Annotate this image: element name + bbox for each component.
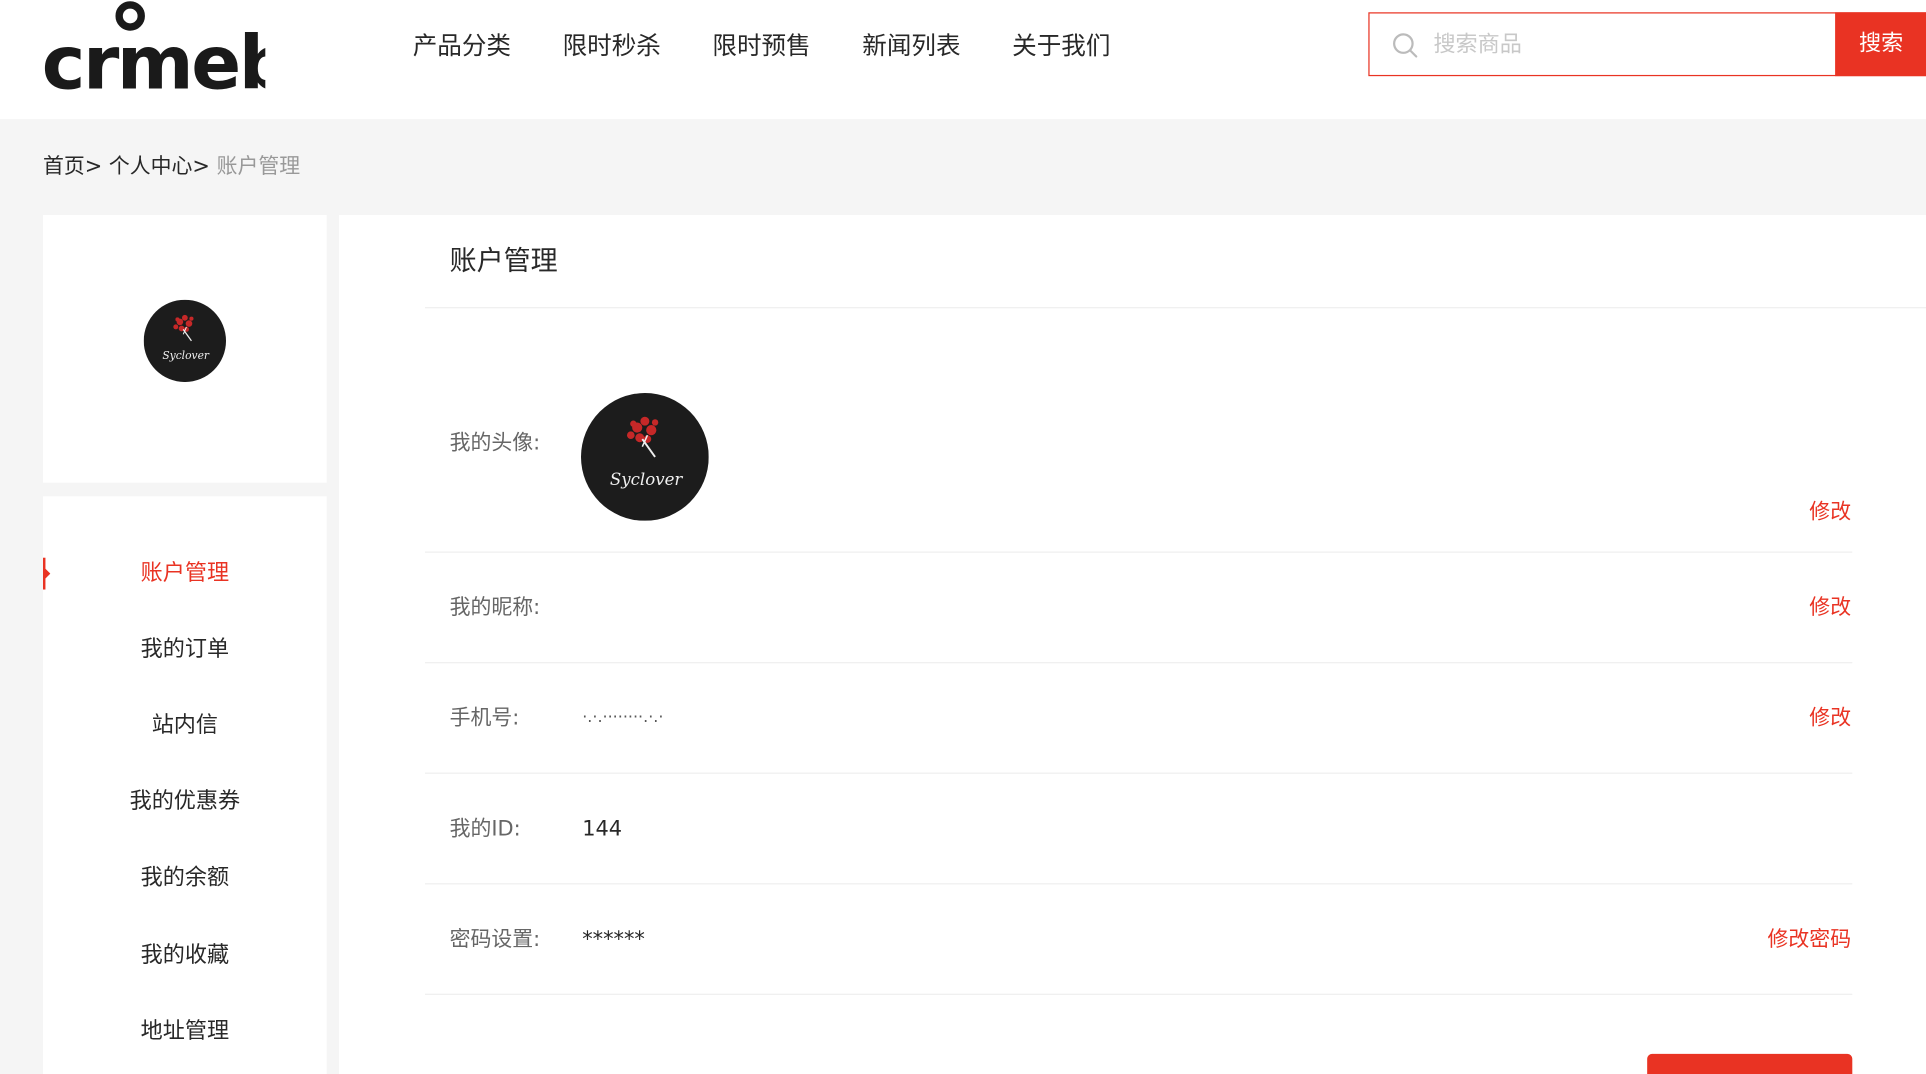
change-password-link[interactable]: 修改密码 — [1768, 925, 1852, 954]
row-divider — [424, 662, 1853, 664]
sidebar-item-addresses[interactable]: 地址管理 — [43, 1007, 327, 1056]
account-panel: 账户管理 我的头像: Syclover 修改 我的昵称: 修改 手机号: ·.·… — [339, 214, 1926, 1074]
avatar: Syclover — [143, 299, 227, 383]
breadcrumb-current: 账户管理 — [216, 154, 301, 180]
nav-item-news[interactable]: 新闻列表 — [862, 27, 960, 64]
id-label: 我的ID: — [449, 816, 521, 842]
crmeb-logo[interactable]: crmeb — [42, 0, 266, 101]
row-divider — [424, 772, 1853, 774]
profile-card: Syclover — [42, 214, 327, 483]
nav-item-product-category[interactable]: 产品分类 — [413, 27, 511, 64]
page-title: 账户管理 — [449, 246, 558, 278]
password-label: 密码设置: — [449, 927, 541, 952]
site-header: crmeb 产品分类 限时秒杀 限时预售 新闻列表 关于我们 搜索 — [0, 0, 1926, 120]
svg-text:Syclover: Syclover — [162, 349, 210, 362]
nav-item-about[interactable]: 关于我们 — [1012, 27, 1110, 64]
row-divider — [424, 883, 1853, 885]
nav-item-presale[interactable]: 限时预售 — [712, 27, 810, 64]
svg-text:Syclover: Syclover — [610, 470, 684, 489]
sidebar-item-messages[interactable]: 站内信 — [43, 701, 327, 750]
avatar-label: 我的头像: — [449, 431, 541, 456]
title-divider — [424, 307, 1926, 309]
breadcrumb-user-center[interactable]: 个人中心> — [109, 155, 210, 180]
edit-phone-link[interactable]: 修改 — [1809, 704, 1851, 733]
main-nav: 产品分类 限时秒杀 限时预售 新闻列表 关于我们 — [413, 27, 1162, 64]
nav-item-flash-sale[interactable]: 限时秒杀 — [563, 27, 661, 64]
breadcrumb: 首页> 个人中心> 账户管理 — [43, 152, 300, 181]
edit-nickname-link[interactable]: 修改 — [1809, 593, 1851, 622]
sidebar-item-orders[interactable]: 我的订单 — [43, 625, 327, 674]
password-value: ****** — [582, 927, 645, 952]
sidebar-item-favorites[interactable]: 我的收藏 — [43, 931, 327, 980]
phone-value: ·.·.········.·.· — [582, 708, 664, 728]
search-button[interactable]: 搜索 — [1835, 12, 1926, 77]
sidebar-item-account[interactable]: 账户管理 — [43, 549, 327, 598]
avatar-large[interactable]: Syclover — [580, 393, 709, 521]
search-icon — [1393, 33, 1418, 58]
sidebar-item-balance[interactable]: 我的余额 — [43, 854, 327, 903]
svg-text:crmeb: crmeb — [42, 21, 266, 100]
breadcrumb-home[interactable]: 首页> — [43, 155, 102, 180]
sidebar-item-coupons[interactable]: 我的优惠券 — [43, 778, 327, 827]
save-button[interactable] — [1647, 1053, 1853, 1074]
edit-avatar-link[interactable]: 修改 — [1809, 497, 1851, 526]
id-value: 144 — [582, 816, 623, 842]
phone-label: 手机号: — [449, 706, 520, 731]
row-divider — [424, 993, 1853, 995]
search-input[interactable] — [1433, 23, 1827, 66]
row-divider — [424, 551, 1853, 553]
nickname-label: 我的昵称: — [449, 595, 541, 621]
search-box: 搜索 — [1368, 12, 1926, 77]
sidebar-menu: 账户管理 我的订单 站内信 我的优惠券 我的余额 我的收藏 地址管理 — [42, 496, 327, 1074]
